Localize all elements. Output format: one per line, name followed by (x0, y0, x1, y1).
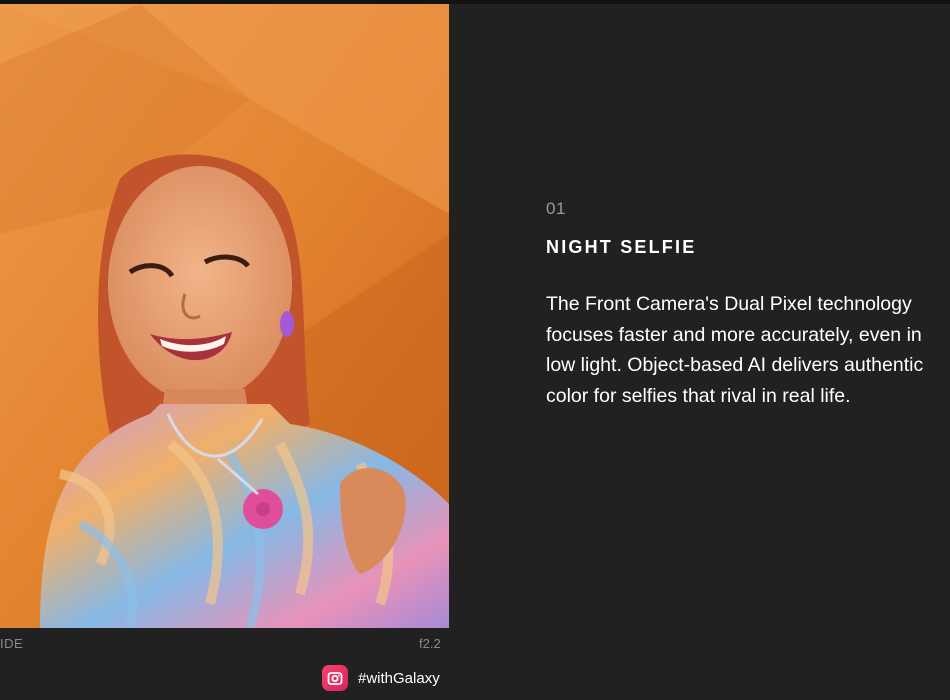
selfie-photo (0, 4, 449, 628)
feature-title: NIGHT SELFIE (546, 237, 697, 257)
feature-number: 01 (546, 199, 566, 218)
hashtag-link[interactable]: #withGalaxy (322, 665, 440, 691)
hashtag-text: #withGalaxy (358, 669, 440, 687)
feature-description: The Front Camera's Dual Pixel technology… (546, 293, 924, 407)
photo-caption-left: IDE (0, 636, 24, 651)
instagram-camera-icon (322, 665, 348, 691)
aperture-label: f2.2 (419, 636, 441, 651)
